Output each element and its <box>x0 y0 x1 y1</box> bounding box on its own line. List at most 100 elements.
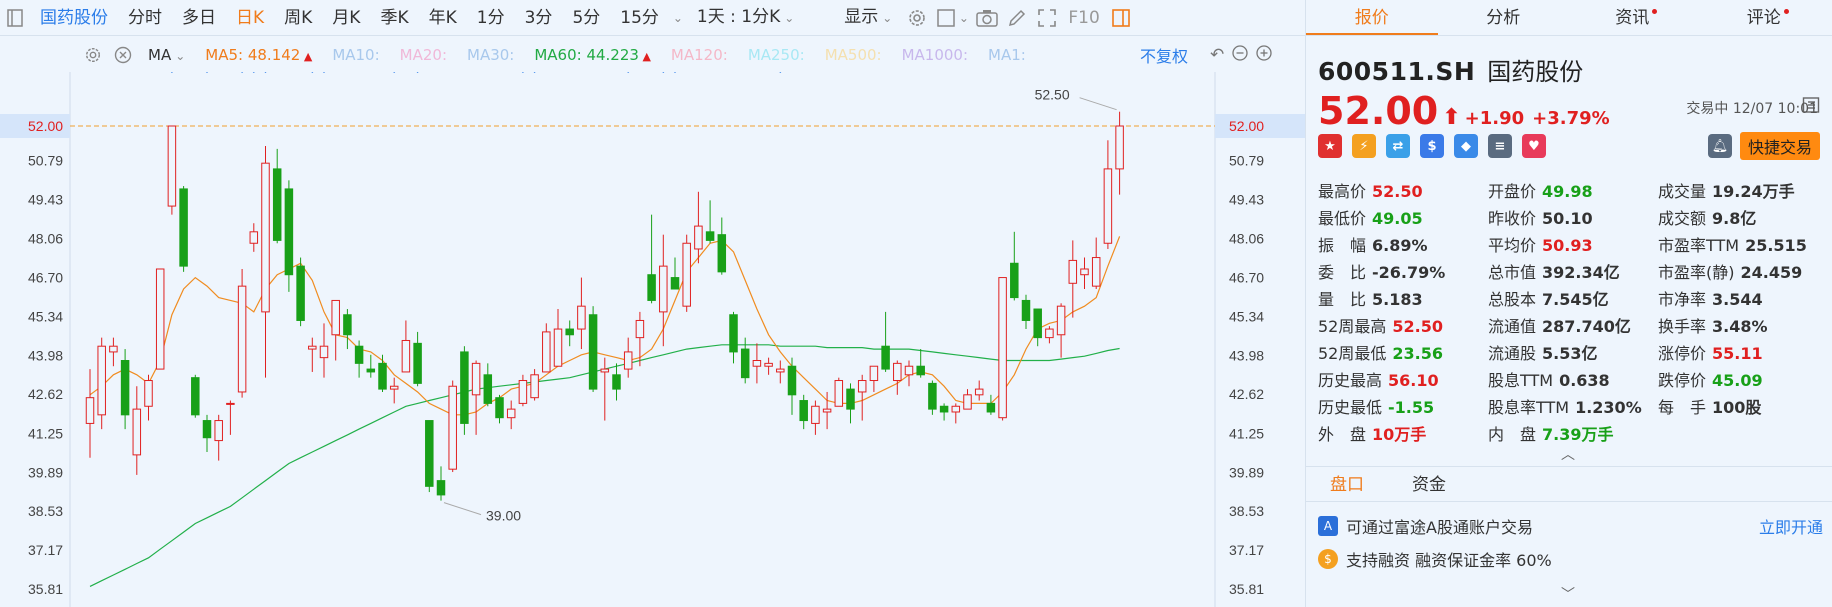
tag-icon[interactable]: ◆ <box>1454 134 1478 158</box>
margin-icon[interactable]: $ <box>1420 134 1444 158</box>
zoom-out-icon[interactable] <box>1232 45 1248 65</box>
period-tab-6[interactable]: 年K <box>419 0 467 36</box>
sidebar-toggle-icon[interactable] <box>0 0 30 36</box>
candle-body-down <box>705 231 715 241</box>
display-menu[interactable]: 显示 ⌄ <box>834 0 902 36</box>
range-selector[interactable]: 1天 : 1分K ⌄ <box>687 0 804 36</box>
stock-name-tab[interactable]: 国药股份 <box>30 0 118 36</box>
period-tab-7[interactable]: 1分 <box>467 0 515 36</box>
dollar-coin-icon: $ <box>1318 549 1338 569</box>
ma-item-3[interactable]: MA30: <box>457 46 524 64</box>
f10-button[interactable]: F10 <box>1062 0 1105 36</box>
period-tab-5[interactable]: 季K <box>370 0 418 36</box>
stat-value: 25.515 <box>1745 235 1807 255</box>
quote-tab-1[interactable]: 分析 <box>1438 0 1570 35</box>
candle <box>413 331 422 387</box>
connect-icon[interactable]: ⇄ <box>1386 134 1410 158</box>
candlestick-chart[interactable]: 50.79 50.79 49.43 49.43 48.06 48.06 46.70 46.70… <box>0 72 1305 607</box>
quick-trade-button[interactable]: 快捷交易 <box>1739 132 1820 160</box>
event-marker-icon[interactable] <box>239 72 245 73</box>
restore-rights-button[interactable]: 不复权 <box>1140 43 1188 67</box>
candle-body-down <box>565 328 574 336</box>
candle-body-down <box>483 374 493 404</box>
event-marker-icon[interactable] <box>204 72 210 73</box>
chevron-up-icon[interactable]: ︿ <box>1561 444 1575 464</box>
y-tick-left: 49.43 <box>28 191 63 207</box>
ma-item-5[interactable]: MA120: <box>661 46 738 64</box>
event-marker-icon[interactable] <box>321 72 327 73</box>
stat-label: 外 盘 <box>1318 424 1367 444</box>
event-marker-icon[interactable] <box>415 72 421 73</box>
candle-body-up <box>869 365 879 382</box>
period-tab-9[interactable]: 5分 <box>562 0 610 36</box>
stat-label: 昨收价 <box>1488 208 1537 228</box>
candle <box>425 420 434 493</box>
panel-toggle-icon[interactable] <box>1106 0 1136 36</box>
bottom-tab-0[interactable]: 盘口 <box>1306 467 1388 501</box>
event-marker-icon[interactable] <box>777 72 783 73</box>
event-marker-icon[interactable] <box>309 72 315 73</box>
ma-item-9[interactable]: MA1: <box>978 46 1036 64</box>
quote-tab-0[interactable]: 报价 <box>1306 0 1438 35</box>
gear-icon[interactable] <box>902 0 932 36</box>
period-tab-10[interactable]: 15分 <box>610 0 669 36</box>
undo-icon[interactable]: ↶ <box>1210 45 1224 65</box>
ma-item-0[interactable]: MA5: 48.142 ▲ <box>195 46 322 64</box>
heart-icon[interactable]: ♥ <box>1522 134 1546 158</box>
period-tab-1[interactable]: 多日 <box>172 0 226 36</box>
ma-item-8[interactable]: MA1000: <box>892 46 978 64</box>
ma-item-6[interactable]: MA250: <box>738 46 815 64</box>
ma-name: MA120: <box>670 46 728 64</box>
zoom-in-icon[interactable] <box>1256 45 1272 65</box>
candle-body-up <box>389 385 399 390</box>
event-marker-icon[interactable] <box>660 72 666 73</box>
candle-body-up <box>448 385 457 470</box>
event-marker-icon[interactable] <box>263 72 269 73</box>
event-marker-icon[interactable] <box>532 72 538 73</box>
period-tab-8[interactable]: 3分 <box>515 0 563 36</box>
chevron-down-icon[interactable]: ﹀ <box>1561 584 1575 604</box>
lightning-icon[interactable]: ⚡ <box>1352 134 1376 158</box>
period-tab-4[interactable]: 月K <box>322 0 370 36</box>
bottom-tab-1[interactable]: 资金 <box>1388 467 1470 501</box>
candle <box>881 311 890 372</box>
stat-value: 9.8亿 <box>1712 208 1757 228</box>
pencil-icon[interactable] <box>1002 0 1032 36</box>
y-tick-left: 46.70 <box>28 270 63 286</box>
period-tab-3[interactable]: 周K <box>274 0 322 36</box>
candle <box>389 377 399 404</box>
promo-row-margin: $ 支持融资 融资保证金率 60% <box>1318 547 1823 571</box>
stats-row: 52周最高 52.50 流通值 287.740亿 换手率 3.48% <box>1318 311 1828 338</box>
stat-label: 流通股 <box>1488 343 1537 363</box>
event-marker-icon[interactable] <box>520 72 526 73</box>
period-tab-0[interactable]: 分时 <box>118 0 172 36</box>
period-tab-2[interactable]: 日K <box>226 0 274 36</box>
chevron-down-icon[interactable]: ⌄ <box>669 0 687 36</box>
ma-close-icon[interactable] <box>108 38 138 72</box>
candle-body-down <box>928 382 937 410</box>
open-account-link[interactable]: 立即开通 <box>1759 514 1823 538</box>
china-flag-icon[interactable]: ★ <box>1318 134 1342 158</box>
event-marker-icon[interactable] <box>625 72 631 73</box>
ma-item-4[interactable]: MA60: 44.223 ▲ <box>524 46 661 64</box>
ma-settings-gear-icon[interactable] <box>78 38 108 72</box>
quote-tab-3[interactable]: 评论 <box>1701 0 1832 35</box>
bell-icon[interactable]: 🔔︎ <box>1708 134 1732 158</box>
candle-body-up <box>331 299 340 336</box>
document-icon[interactable]: ≡ <box>1488 134 1512 158</box>
camera-icon[interactable] <box>972 0 1002 36</box>
fullscreen-icon[interactable] <box>1032 0 1062 36</box>
candle-body-down <box>1033 308 1042 339</box>
event-marker-icon[interactable] <box>672 72 678 73</box>
ma-item-2[interactable]: MA20: <box>390 46 457 64</box>
layout-icon[interactable]: ⌄ <box>932 0 972 36</box>
candle <box>319 323 329 378</box>
ma-item-1[interactable]: MA10: <box>322 46 389 64</box>
quote-tab-2[interactable]: 资讯 <box>1569 0 1701 35</box>
ma-item-7[interactable]: MA500: <box>815 46 892 64</box>
event-marker-icon[interactable] <box>169 72 175 73</box>
ma-selector[interactable]: MA ⌄ <box>138 46 195 64</box>
event-marker-icon[interactable] <box>391 72 397 73</box>
candle-body-up <box>155 268 165 370</box>
event-marker-icon[interactable] <box>251 72 257 73</box>
